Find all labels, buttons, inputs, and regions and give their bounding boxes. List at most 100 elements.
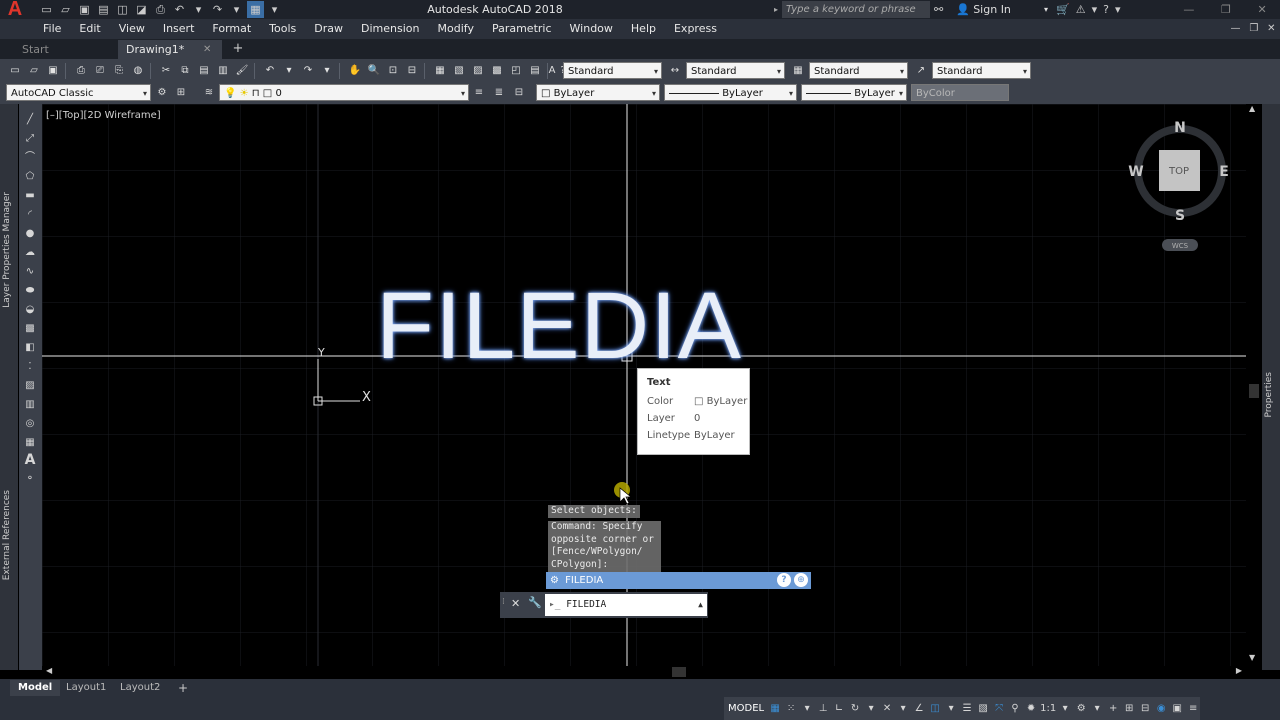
grid-toggle-icon[interactable]: ▦ (768, 700, 782, 718)
match-properties-icon[interactable]: 🖌 (233, 62, 251, 80)
markup-icon[interactable]: ◰ (507, 62, 525, 80)
redo-dropdown-icon[interactable]: ▾ (228, 1, 245, 18)
menu-parametric[interactable]: Parametric (483, 19, 561, 39)
autocomplete-suggestion[interactable]: ⚙ FILEDIA ? ⊕ (546, 572, 811, 589)
menu-window[interactable]: Window (561, 19, 622, 39)
tray-dropdown-icon[interactable]: ▾ (1092, 1, 1098, 18)
ellipse-arc-icon[interactable]: ◒ (22, 302, 38, 318)
mleader-style-combo[interactable]: Standard ▾ (932, 62, 1031, 79)
circle-icon[interactable]: ● (22, 226, 38, 242)
osnap-dropdown-icon[interactable]: ▾ (944, 700, 958, 718)
spline-icon[interactable]: ∿ (22, 264, 38, 280)
customize-icon[interactable]: ⊞ (172, 84, 190, 101)
new-layout-icon[interactable]: + (170, 680, 196, 696)
menu-modify[interactable]: Modify (429, 19, 483, 39)
quick-properties-icon[interactable]: ⊟ (1138, 700, 1152, 718)
command-input[interactable]: ▸_ FILEDIA ▲ (545, 594, 707, 616)
search-expand-icon[interactable]: ▸ (774, 1, 782, 18)
save-icon[interactable]: ▣ (76, 1, 93, 18)
text-style-combo[interactable]: Standard ▾ (563, 62, 662, 79)
paste-icon[interactable]: ▤ (195, 62, 213, 80)
snap-dropdown-icon[interactable]: ▾ (800, 700, 814, 718)
horizontal-scrollbar[interactable]: ◀ ▶ (42, 666, 1246, 679)
save-as-icon[interactable]: ▤ (95, 1, 112, 18)
transparency-icon[interactable]: ▧ (976, 700, 990, 718)
undo-dropdown-icon[interactable]: ▾ (190, 1, 207, 18)
model-space-button[interactable]: MODEL (726, 700, 766, 718)
pan-icon[interactable]: ✋ (346, 62, 364, 80)
linetype-combo[interactable]: ByLayer ▾ (664, 84, 797, 101)
customization-icon[interactable]: ≡ (1186, 700, 1200, 718)
layer-previous-icon[interactable]: ≣ (490, 84, 508, 101)
tab-layout1[interactable]: Layout1 (58, 680, 114, 696)
table-icon[interactable]: ▦ (22, 435, 38, 451)
command-close-icon[interactable]: ✕ (511, 597, 520, 610)
polygon-icon[interactable]: ⬠ (22, 169, 38, 185)
layer-combo[interactable]: 💡 ☀ ⊓ □ 0 ▾ (219, 84, 469, 101)
compass-south[interactable]: S (1175, 208, 1185, 224)
scroll-down-icon[interactable]: ▼ (1249, 653, 1255, 662)
graphics-performance-icon[interactable]: ◉ (1154, 700, 1168, 718)
table-style-combo[interactable]: Standard ▾ (809, 62, 908, 79)
scroll-thumb[interactable] (1249, 384, 1259, 398)
tab-start[interactable]: Start (14, 40, 118, 59)
annotation-scale-dropdown-icon[interactable]: ▾ (1058, 700, 1072, 718)
tab-close-icon[interactable]: ✕ (203, 40, 211, 59)
zoom-realtime-icon[interactable]: 🔍 (365, 62, 383, 80)
doc-restore-icon[interactable]: ❐ (1249, 19, 1258, 39)
zoom-previous-icon[interactable]: ⊟ (403, 62, 421, 80)
compass-east[interactable]: E (1219, 164, 1229, 180)
lineweight-combo[interactable]: ByLayer ▾ (801, 84, 907, 101)
menu-dimension[interactable]: Dimension (352, 19, 428, 39)
layer-state-icon[interactable]: ⊟ (510, 84, 528, 101)
undo-toolbar-icon[interactable]: ↶ (261, 62, 279, 80)
clean-screen-icon[interactable]: ▣ (1170, 700, 1184, 718)
suggestion-web-icon[interactable]: ⊕ (794, 573, 808, 587)
menu-format[interactable]: Format (203, 19, 260, 39)
dim-style-combo[interactable]: Standard ▾ (686, 62, 785, 79)
isodraft-dropdown-icon[interactable]: ▾ (896, 700, 910, 718)
redo-toolbar-dropdown-icon[interactable]: ▾ (318, 62, 336, 80)
suggestion-help-icon[interactable]: ? (777, 573, 791, 587)
scroll-left-icon[interactable]: ◀ (46, 666, 52, 675)
polyline-icon[interactable]: ⌒ (22, 150, 38, 166)
publish-icon[interactable]: ⎘ (110, 62, 128, 80)
qnew-icon[interactable]: ▭ (6, 62, 24, 80)
workspace-switch-icon[interactable]: ⚙ (1074, 700, 1088, 718)
annotation-monitor-icon[interactable]: + (1106, 700, 1120, 718)
new-tab-icon[interactable]: + (230, 40, 246, 59)
compass-north[interactable]: N (1174, 120, 1186, 136)
annotation-scale-button[interactable]: 1:1 (1040, 700, 1056, 718)
viewport-controls-label[interactable]: [–][Top][2D Wireframe] (46, 110, 161, 121)
region-icon[interactable]: ◎ (22, 416, 38, 432)
workspace-combo[interactable]: AutoCAD Classic ▾ (6, 84, 151, 101)
layer-manager-icon[interactable]: ≋ (200, 84, 218, 101)
tool-palettes-icon[interactable]: ▨ (469, 62, 487, 80)
command-grip-icon[interactable]: ⁞ (502, 597, 505, 607)
exchange-icon[interactable]: ⚠ (1076, 1, 1086, 18)
copy-icon[interactable]: ⧉ (176, 62, 194, 80)
infer-constraints-icon[interactable]: ⊥ (816, 700, 830, 718)
help-icon[interactable]: ? (1103, 1, 1109, 18)
sheetset-icon[interactable]: ▩ (488, 62, 506, 80)
multiline-text-icon[interactable]: A (22, 452, 38, 468)
zoom-window-icon[interactable]: ⊡ (384, 62, 402, 80)
menu-insert[interactable]: Insert (154, 19, 204, 39)
new-file-icon[interactable]: ▭ (38, 1, 55, 18)
vertical-scrollbar[interactable]: ▲ ▼ (1246, 104, 1262, 666)
construction-line-icon[interactable]: ⤢ (22, 131, 38, 147)
web-save-icon[interactable]: ◪ (133, 1, 150, 18)
menu-tools[interactable]: Tools (260, 19, 305, 39)
quickcalc-icon[interactable]: ▤ (526, 62, 544, 80)
ellipse-icon[interactable]: ⬬ (22, 283, 38, 299)
binoculars-icon[interactable]: ⚯ (934, 1, 950, 18)
command-recent-dropdown-icon[interactable]: ▲ (698, 594, 703, 616)
scroll-right-icon[interactable]: ▶ (1236, 666, 1242, 675)
polar-icon[interactable]: ↻ (848, 700, 862, 718)
arc-icon[interactable]: ◜ (22, 207, 38, 223)
undo-toolbar-dropdown-icon[interactable]: ▾ (280, 62, 298, 80)
workspace-settings-icon[interactable]: ⚙ (153, 84, 171, 101)
tab-layout2[interactable]: Layout2 (112, 680, 168, 696)
menu-express[interactable]: Express (665, 19, 726, 39)
cut-icon[interactable]: ✂ (157, 62, 175, 80)
